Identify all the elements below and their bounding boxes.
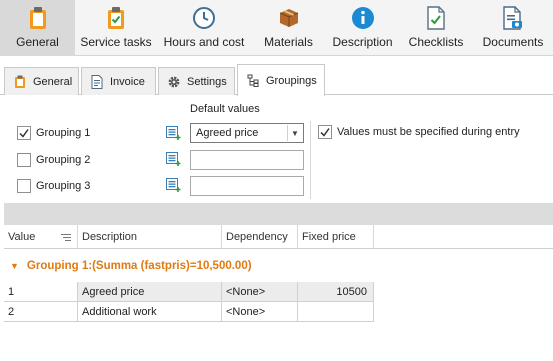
grouping-3-checkbox[interactable]: [17, 179, 31, 193]
group-row[interactable]: ▼ Grouping 1:(Summa (fastpris)=10,500.00…: [4, 256, 252, 276]
clipboard-check-icon: [103, 5, 129, 31]
grouping-1-label: Grouping 1: [36, 127, 91, 139]
tab-general[interactable]: General: [4, 67, 79, 95]
column-header-description[interactable]: Description: [78, 225, 222, 249]
documents-icon: [500, 5, 526, 31]
divider: [310, 121, 311, 199]
tab-settings[interactable]: Settings: [158, 67, 235, 95]
box-icon: [276, 5, 302, 31]
checkmark-icon: [19, 129, 29, 138]
chevron-down-icon[interactable]: ▼: [10, 261, 19, 271]
toolbar-label: General: [16, 35, 59, 49]
grouping-3-row: Grouping 3: [17, 176, 90, 196]
grouping-2-label: Grouping 2: [36, 154, 91, 166]
cell-fixed-price[interactable]: [298, 302, 374, 322]
gear-icon: [167, 75, 181, 89]
toolbar-hours-cost-button[interactable]: Hours and cost: [157, 0, 251, 56]
info-icon: [350, 5, 376, 31]
grouping-3-label: Grouping 3: [36, 180, 91, 192]
tab-label: Groupings: [266, 74, 317, 87]
grouping-2-default-field[interactable]: [190, 150, 304, 170]
sort-icon: [61, 234, 71, 241]
cell-dependency[interactable]: <None>: [222, 302, 298, 322]
grouping-2-row: Grouping 2: [17, 150, 90, 170]
tab-groupings[interactable]: Groupings: [237, 64, 325, 96]
must-specify-checkbox[interactable]: [318, 125, 332, 139]
table-row[interactable]: 2 Additional work <None>: [4, 302, 374, 322]
tab-label: Settings: [187, 75, 227, 88]
must-specify-row: Values must be specified during entry: [318, 125, 520, 139]
group-row-label: Grouping 1:(Summa (fastpris)=10,500.00): [26, 260, 252, 272]
value-list-icon[interactable]: [166, 178, 181, 192]
column-header-fixed-price[interactable]: Fixed price: [298, 225, 374, 249]
grouping-2-checkbox[interactable]: [17, 153, 31, 167]
value-list-icon[interactable]: [166, 152, 181, 166]
app-window: General Service tasks Hours and cost Mat…: [0, 0, 553, 361]
clipboard-icon: [13, 75, 27, 89]
tab-label: General: [33, 75, 73, 88]
groupings-icon: [246, 74, 260, 88]
toolbar-label: Hours and cost: [163, 35, 245, 49]
value-list-icon[interactable]: [166, 126, 181, 140]
checkmark-icon: [320, 128, 330, 137]
checklist-icon: [423, 5, 449, 31]
must-specify-label: Values must be specified during entry: [337, 126, 520, 138]
ribbon-toolbar: General Service tasks Hours and cost Mat…: [0, 0, 553, 56]
tab-invoice[interactable]: Invoice: [81, 67, 156, 95]
cell-value[interactable]: 1: [4, 282, 78, 302]
clock-icon: [191, 5, 217, 31]
default-values-label: Default values: [190, 103, 260, 115]
group-panel-band: [4, 203, 553, 225]
grouping-1-row: Grouping 1: [17, 123, 90, 143]
toolbar-checklists-button[interactable]: Checklists: [399, 0, 473, 56]
cell-fixed-price[interactable]: 10500: [298, 282, 374, 302]
tab-label: Invoice: [110, 75, 145, 88]
grid-header: Value Description Dependency Fixed price: [4, 225, 553, 249]
tab-strip: General Invoice Settings Groupings: [0, 64, 553, 96]
toolbar-label: Service tasks: [80, 35, 152, 49]
grouping-1-checkbox[interactable]: [17, 126, 31, 140]
toolbar-label: Description: [332, 35, 393, 49]
toolbar-label: Documents: [482, 35, 544, 49]
toolbar-general-button[interactable]: General: [0, 0, 75, 56]
invoice-icon: [90, 74, 104, 89]
toolbar-service-tasks-button[interactable]: Service tasks: [75, 0, 157, 56]
cell-description[interactable]: Agreed price: [78, 282, 222, 302]
chevron-down-icon[interactable]: ▼: [287, 125, 302, 141]
toolbar-label: Checklists: [408, 35, 464, 49]
clipboard-icon: [25, 5, 51, 31]
grouping-1-default-value: Agreed price: [196, 127, 259, 139]
column-header-dependency[interactable]: Dependency: [222, 225, 298, 249]
toolbar-materials-button[interactable]: Materials: [251, 0, 326, 56]
toolbar-label: Materials: [264, 35, 313, 49]
grouping-3-default-field[interactable]: [190, 176, 304, 196]
toolbar-description-button[interactable]: Description: [326, 0, 399, 56]
grouping-1-default-select[interactable]: Agreed price ▼: [190, 123, 304, 143]
toolbar-documents-button[interactable]: Documents: [473, 0, 553, 56]
cell-dependency[interactable]: <None>: [222, 282, 298, 302]
table-row[interactable]: 1 Agreed price <None> 10500: [4, 282, 374, 302]
cell-value[interactable]: 2: [4, 302, 78, 322]
column-header-value[interactable]: Value: [4, 225, 78, 249]
cell-description[interactable]: Additional work: [78, 302, 222, 322]
